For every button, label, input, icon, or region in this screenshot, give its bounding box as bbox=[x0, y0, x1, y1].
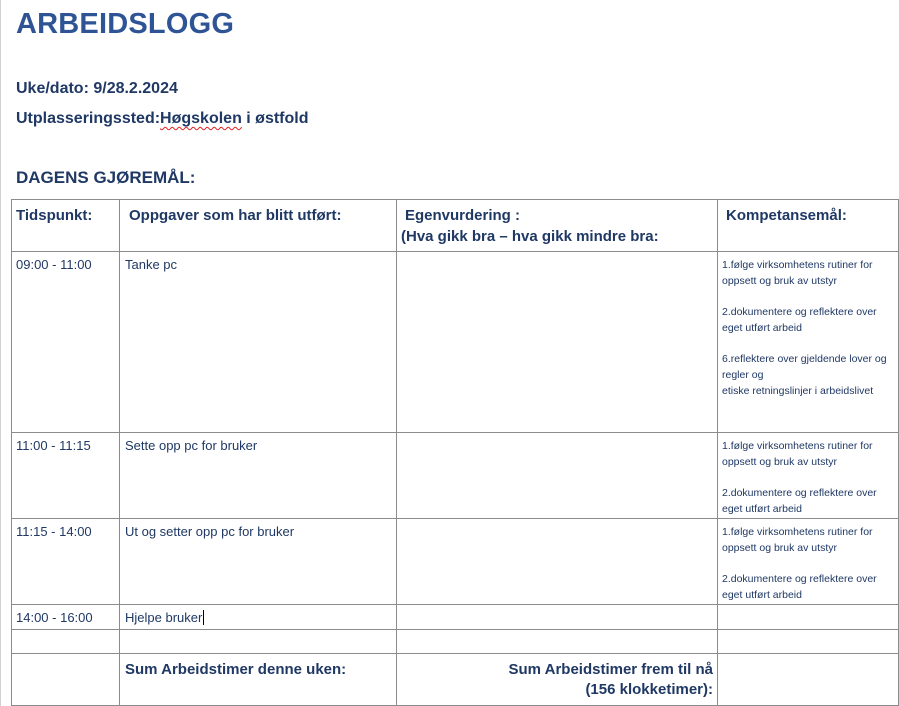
sum-week-cell: Sum Arbeidstimer denne uken: bbox=[119, 653, 397, 706]
sum-total-hours: (156 klokketimer): bbox=[585, 681, 713, 698]
placement-value: i østfold bbox=[241, 110, 309, 127]
placement-line: Utplasseringssted:Høgskolen i østfold bbox=[16, 110, 309, 128]
table-row: 11:15 - 14:00 Ut og setter opp pc for br… bbox=[11, 518, 899, 605]
page-margin-line bbox=[0, 0, 1, 706]
task-cell[interactable]: Hjelpe bruker bbox=[119, 604, 397, 630]
header-evaluation: Egenvurdering : (Hva gikk bra – hva gikk … bbox=[396, 199, 718, 252]
goal-item: 2.dokumentere og reflektere over eget ut… bbox=[722, 573, 877, 601]
work-log-table: Tidspunkt: Oppgaver som har blitt utført… bbox=[11, 199, 899, 706]
sum-empty-cell bbox=[11, 653, 120, 706]
empty-cell[interactable] bbox=[396, 629, 718, 654]
task-cell[interactable]: Ut og setter opp pc for bruker bbox=[119, 518, 397, 605]
goals-cell[interactable] bbox=[717, 604, 899, 630]
empty-cell[interactable] bbox=[717, 629, 899, 654]
sum-value-cell[interactable] bbox=[717, 653, 899, 706]
goal-item: 1.følge virksomhetens rutiner for oppset… bbox=[722, 526, 873, 554]
evaluation-cell[interactable] bbox=[396, 251, 718, 433]
sum-total-cell: Sum Arbeidstimer frem til nå (156 klokket… bbox=[396, 653, 718, 706]
sum-row: Sum Arbeidstimer denne uken: Sum Arbeids… bbox=[11, 653, 899, 706]
time-cell[interactable]: 11:15 - 14:00 bbox=[11, 518, 120, 605]
table-row: 14:00 - 16:00 Hjelpe bruker bbox=[11, 604, 899, 630]
placement-label: Utplasseringssted: bbox=[16, 110, 161, 127]
empty-cell[interactable] bbox=[119, 629, 397, 654]
table-row: 11:00 - 11:15 Sette opp pc for bruker 1.… bbox=[11, 432, 899, 519]
week-date-line: Uke/dato: 9/28.2.2024 bbox=[16, 80, 178, 97]
empty-row bbox=[11, 629, 899, 654]
empty-cell[interactable] bbox=[11, 629, 120, 654]
goal-item: 2.dokumentere og reflektere over eget ut… bbox=[722, 487, 877, 515]
goals-cell[interactable]: 1.følge virksomhetens rutiner for oppset… bbox=[717, 251, 899, 433]
header-tasks: Oppgaver som har blitt utført: bbox=[119, 199, 397, 252]
placement-value-spellcheck: Høgskolen bbox=[160, 110, 242, 127]
time-cell[interactable]: 14:00 - 16:00 bbox=[11, 604, 120, 630]
goal-item: 1.følge virksomhetens rutiner for oppset… bbox=[722, 259, 873, 287]
evaluation-cell[interactable] bbox=[396, 604, 718, 630]
header-time: Tidspunkt: bbox=[11, 199, 120, 252]
goal-item: 1.følge virksomhetens rutiner for oppset… bbox=[722, 440, 873, 468]
table-row: 09:00 - 11:00 Tanke pc 1.følge virksomhe… bbox=[11, 251, 899, 433]
task-cell[interactable]: Sette opp pc for bruker bbox=[119, 432, 397, 519]
header-goals: Kompetansemål: bbox=[717, 199, 899, 252]
text-cursor bbox=[203, 610, 205, 625]
goal-item: 6.reflektere over gjeldende lover og reg… bbox=[722, 353, 887, 381]
evaluation-cell[interactable] bbox=[396, 518, 718, 605]
task-text: Hjelpe bruker bbox=[125, 610, 203, 625]
page-title: ARBEIDSLOGG bbox=[16, 8, 235, 40]
goal-item: etiske retningslinjer i arbeidslivet bbox=[722, 385, 874, 397]
sum-total-label: Sum Arbeidstimer frem til nå bbox=[508, 661, 714, 678]
time-cell[interactable]: 11:00 - 11:15 bbox=[11, 432, 120, 519]
goals-cell[interactable]: 1.følge virksomhetens rutiner for oppset… bbox=[717, 518, 899, 605]
evaluation-cell[interactable] bbox=[396, 432, 718, 519]
task-cell[interactable]: Tanke pc bbox=[119, 251, 397, 433]
header-row: Tidspunkt: Oppgaver som har blitt utført… bbox=[11, 199, 899, 252]
goals-cell[interactable]: 1.følge virksomhetens rutiner for oppset… bbox=[717, 432, 899, 519]
section-heading: DAGENS GJØREMÅL: bbox=[16, 168, 196, 187]
goal-item: 2.dokumentere og reflektere over eget ut… bbox=[722, 306, 877, 334]
time-cell[interactable]: 09:00 - 11:00 bbox=[11, 251, 120, 433]
